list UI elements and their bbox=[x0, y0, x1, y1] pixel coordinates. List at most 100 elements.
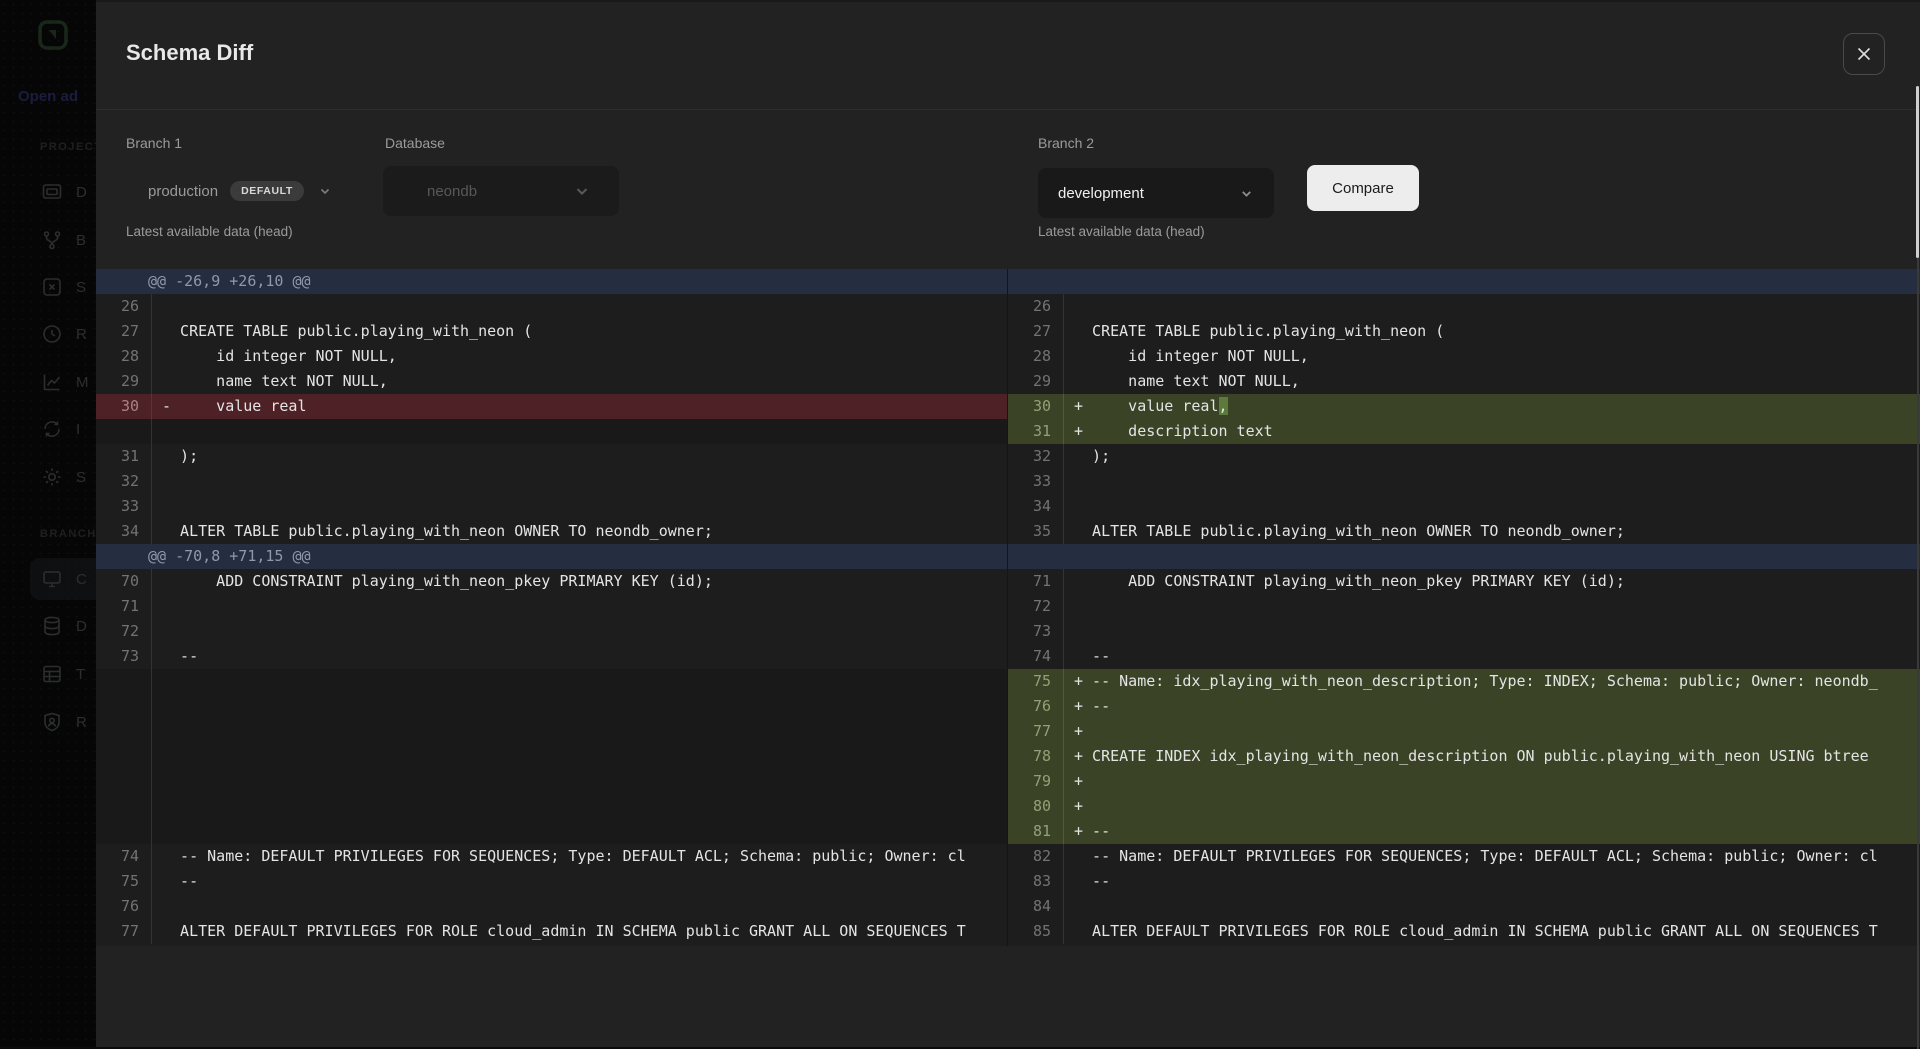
diff-line-number: 73 bbox=[96, 644, 152, 669]
diff-line-code: -- bbox=[152, 869, 1007, 894]
diff-line-code: ALTER DEFAULT PRIVILEGES FOR ROLE cloud_… bbox=[152, 919, 1007, 944]
diff-row: 34 ALTER TABLE public.playing_with_neon … bbox=[96, 519, 1007, 544]
diff-row: 27 CREATE TABLE public.playing_with_neon… bbox=[96, 319, 1007, 344]
diff-line-number: 34 bbox=[96, 519, 152, 544]
branch1-sublabel: Latest available data (head) bbox=[126, 224, 293, 239]
diff-line-number: 28 bbox=[96, 344, 152, 369]
diff-line-number bbox=[96, 669, 152, 694]
diff-row: 81+ -- bbox=[1008, 819, 1920, 844]
diff-line-code bbox=[152, 294, 1007, 319]
diff-line-code bbox=[152, 719, 1007, 744]
diff-row: 73 bbox=[1008, 619, 1920, 644]
header-divider bbox=[96, 109, 1920, 110]
diff-row: 73 -- bbox=[96, 644, 1007, 669]
diff-line-number: 29 bbox=[96, 369, 152, 394]
branch2-label: Branch 2 bbox=[1038, 135, 1094, 151]
diff-line-number: 31 bbox=[1008, 419, 1064, 444]
diff-line-code bbox=[152, 794, 1007, 819]
scrollbar-thumb[interactable] bbox=[1916, 86, 1919, 258]
diff-line-number: 76 bbox=[1008, 694, 1064, 719]
branch2-value: development bbox=[1058, 185, 1144, 202]
diff-row bbox=[96, 719, 1007, 744]
sidebar: Open ad PROJECT D B S R M I S bbox=[0, 0, 96, 1047]
diff-line-number: 33 bbox=[96, 494, 152, 519]
diff-line-code: ); bbox=[1064, 444, 1920, 469]
diff-row: 26 bbox=[96, 294, 1007, 319]
diff-row: 28 id integer NOT NULL, bbox=[96, 344, 1007, 369]
diff-line-number: 84 bbox=[1008, 894, 1064, 919]
modal-title: Schema Diff bbox=[126, 40, 253, 66]
branch2-sublabel: Latest available data (head) bbox=[1038, 224, 1205, 239]
diff-row: 71 ADD CONSTRAINT playing_with_neon_pkey… bbox=[1008, 569, 1920, 594]
diff-row: 77+ bbox=[1008, 719, 1920, 744]
diff-line-code: ADD CONSTRAINT playing_with_neon_pkey PR… bbox=[152, 569, 1007, 594]
diff-line-code: id integer NOT NULL, bbox=[152, 344, 1007, 369]
chevron-down-icon bbox=[1239, 186, 1254, 201]
diff-line-number bbox=[96, 819, 152, 844]
diff-row bbox=[96, 669, 1007, 694]
diff-row: 74 -- bbox=[1008, 644, 1920, 669]
diff-line-code bbox=[152, 619, 1007, 644]
diff-line-number: 75 bbox=[96, 869, 152, 894]
diff-line-number: 71 bbox=[96, 594, 152, 619]
diff-line-number: 32 bbox=[1008, 444, 1064, 469]
diff-line-number: 82 bbox=[1008, 844, 1064, 869]
branch2-select[interactable]: development bbox=[1038, 168, 1274, 218]
default-badge: DEFAULT bbox=[230, 181, 304, 201]
diff-line-number: 81 bbox=[1008, 819, 1064, 844]
diff-row: 70 ADD CONSTRAINT playing_with_neon_pkey… bbox=[96, 569, 1007, 594]
diff-row: 31 ); bbox=[96, 444, 1007, 469]
diff-row: 76 bbox=[96, 894, 1007, 919]
diff-pane-branch1[interactable]: @@ -26,9 +26,10 @@26 27 CREATE TABLE pub… bbox=[96, 269, 1007, 946]
diff-row bbox=[96, 419, 1007, 444]
diff-line-code: + -- bbox=[1064, 819, 1920, 844]
compare-button[interactable]: Compare bbox=[1307, 165, 1419, 211]
diff-row: 71 bbox=[96, 594, 1007, 619]
diff-row: 75+ -- Name: idx_playing_with_neon_descr… bbox=[1008, 669, 1920, 694]
diff-row: 32 ); bbox=[1008, 444, 1920, 469]
diff-line-code: id integer NOT NULL, bbox=[1064, 344, 1920, 369]
diff-row: 29 name text NOT NULL, bbox=[96, 369, 1007, 394]
diff-row: 32 bbox=[96, 469, 1007, 494]
diff-line-code bbox=[152, 769, 1007, 794]
hunk-header: @@ -26,9 +26,10 @@ bbox=[96, 269, 311, 294]
diff-line-code bbox=[1064, 594, 1920, 619]
diff-line-number bbox=[96, 694, 152, 719]
diff-line-number: 83 bbox=[1008, 869, 1064, 894]
diff-row: 33 bbox=[96, 494, 1007, 519]
diff-line-number: 73 bbox=[1008, 619, 1064, 644]
diff-row: 85 ALTER DEFAULT PRIVILEGES FOR ROLE clo… bbox=[1008, 919, 1920, 944]
diff-row: 72 bbox=[1008, 594, 1920, 619]
diff-line-number: 26 bbox=[1008, 294, 1064, 319]
diff-row: 34 bbox=[1008, 494, 1920, 519]
diff-line-number: 35 bbox=[1008, 519, 1064, 544]
hunk-header bbox=[1008, 269, 1060, 294]
chevron-down-icon bbox=[573, 182, 591, 200]
diff-line-code bbox=[1064, 619, 1920, 644]
diff-line-number: 27 bbox=[96, 319, 152, 344]
diff-row: 78+ CREATE INDEX idx_playing_with_neon_d… bbox=[1008, 744, 1920, 769]
diff-pane-branch2[interactable]: 26 27 CREATE TABLE public.playing_with_n… bbox=[1007, 269, 1920, 946]
diff-line-code bbox=[152, 894, 1007, 919]
branch1-select[interactable]: production DEFAULT bbox=[114, 166, 404, 216]
diff-row: 77 ALTER DEFAULT PRIVILEGES FOR ROLE clo… bbox=[96, 919, 1007, 944]
diff-line-code: + -- bbox=[1064, 694, 1920, 719]
diff-row: 84 bbox=[1008, 894, 1920, 919]
diff-line-number: 32 bbox=[96, 469, 152, 494]
diff-line-number: 75 bbox=[1008, 669, 1064, 694]
diff-line-code bbox=[152, 694, 1007, 719]
diff-line-number: 74 bbox=[96, 844, 152, 869]
diff-line-number: 78 bbox=[1008, 744, 1064, 769]
diff-line-number: 26 bbox=[96, 294, 152, 319]
diff-line-code: -- Name: DEFAULT PRIVILEGES FOR SEQUENCE… bbox=[1064, 844, 1920, 869]
diff-line-code: name text NOT NULL, bbox=[1064, 369, 1920, 394]
diff-row: 31+ description text bbox=[1008, 419, 1920, 444]
diff-line-code: + bbox=[1064, 719, 1920, 744]
schema-diff-modal: Schema Diff Branch 1 Database Branch 2 p… bbox=[96, 0, 1920, 1047]
diff-line-number: 28 bbox=[1008, 344, 1064, 369]
database-select[interactable]: neondb bbox=[383, 166, 619, 216]
diff-line-code bbox=[152, 494, 1007, 519]
diff-line-number: 33 bbox=[1008, 469, 1064, 494]
close-button[interactable] bbox=[1843, 33, 1885, 75]
diff-line-number: 27 bbox=[1008, 319, 1064, 344]
